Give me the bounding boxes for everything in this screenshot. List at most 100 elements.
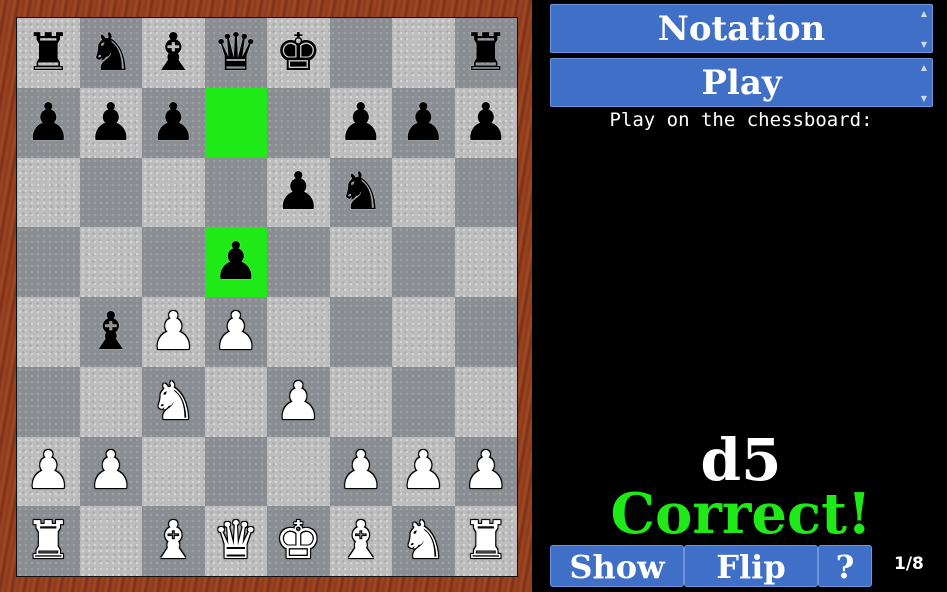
square-d8[interactable]: ♛ [204,18,267,88]
notation-button[interactable]: Notation ▲ ▼ [550,4,933,53]
show-button[interactable]: Show [550,545,684,587]
square-d4[interactable]: ♟ [204,297,267,367]
black-rook-icon[interactable]: ♜ [25,27,72,79]
square-c7[interactable]: ♟ [142,87,205,158]
white-pawn-icon[interactable]: ♟ [337,445,384,497]
scroll-arrows-icon[interactable]: ▲ ▼ [920,63,928,102]
square-e5[interactable] [267,227,330,297]
square-g1[interactable]: ♞ [392,506,455,576]
square-h3[interactable] [454,366,517,437]
square-d2[interactable] [204,436,267,507]
square-c3[interactable]: ♞ [142,366,205,437]
white-pawn-icon[interactable]: ♟ [462,445,509,497]
black-bishop-icon[interactable]: ♝ [150,27,197,79]
square-c4[interactable]: ♟ [142,297,205,367]
square-a8[interactable]: ♜ [17,18,80,88]
square-c1[interactable]: ♝ [142,506,205,576]
black-pawn-icon[interactable]: ♟ [150,97,197,149]
square-g5[interactable] [392,227,455,297]
black-pawn-icon[interactable]: ♟ [400,97,447,149]
square-g4[interactable] [392,297,455,367]
white-rook-icon[interactable]: ♜ [462,515,509,567]
square-a3[interactable] [17,366,80,437]
white-knight-icon[interactable]: ♞ [150,376,197,428]
white-queen-icon[interactable]: ♛ [212,515,259,567]
square-b3[interactable] [79,366,142,437]
black-pawn-icon[interactable]: ♟ [25,97,72,149]
square-d1[interactable]: ♛ [204,506,267,576]
square-h5[interactable] [454,227,517,297]
white-pawn-icon[interactable]: ♟ [25,445,72,497]
square-h8[interactable]: ♜ [454,18,517,88]
square-c5[interactable] [142,227,205,297]
square-a5[interactable] [17,227,80,297]
square-e7[interactable] [267,87,330,158]
square-a2[interactable]: ♟ [17,436,80,507]
square-c8[interactable]: ♝ [142,18,205,88]
square-f3[interactable] [329,366,392,437]
white-pawn-icon[interactable]: ♟ [150,306,197,358]
square-g6[interactable] [392,157,455,228]
square-f6[interactable]: ♞ [329,157,392,228]
play-button[interactable]: Play ▲ ▼ [550,58,933,107]
scroll-arrows-icon[interactable]: ▲ ▼ [920,9,928,48]
black-bishop-icon[interactable]: ♝ [87,306,134,358]
square-b7[interactable]: ♟ [79,87,142,158]
black-pawn-icon[interactable]: ♟ [462,97,509,149]
square-h1[interactable]: ♜ [454,506,517,576]
square-e1[interactable]: ♚ [267,506,330,576]
square-f5[interactable] [329,227,392,297]
square-a4[interactable] [17,297,80,367]
square-f4[interactable] [329,297,392,367]
square-f7[interactable]: ♟ [329,87,392,158]
flip-button[interactable]: Flip [684,545,818,587]
square-g7[interactable]: ♟ [392,87,455,158]
black-knight-icon[interactable]: ♞ [87,27,134,79]
white-bishop-icon[interactable]: ♝ [150,515,197,567]
white-bishop-icon[interactable]: ♝ [337,515,384,567]
black-king-icon[interactable]: ♚ [275,27,322,79]
help-button[interactable]: ? [818,545,872,587]
white-pawn-icon[interactable]: ♟ [212,306,259,358]
white-pawn-icon[interactable]: ♟ [87,445,134,497]
square-f2[interactable]: ♟ [329,436,392,507]
black-pawn-icon[interactable]: ♟ [212,236,259,288]
square-c2[interactable] [142,436,205,507]
square-b5[interactable] [79,227,142,297]
black-queen-icon[interactable]: ♛ [212,27,259,79]
black-pawn-icon[interactable]: ♟ [337,97,384,149]
square-b4[interactable]: ♝ [79,297,142,367]
black-pawn-icon[interactable]: ♟ [275,166,322,218]
square-h2[interactable]: ♟ [454,436,517,507]
square-d6[interactable] [204,157,267,228]
square-a6[interactable] [17,157,80,228]
square-g8[interactable] [392,18,455,88]
square-e2[interactable] [267,436,330,507]
square-a1[interactable]: ♜ [17,506,80,576]
square-h4[interactable] [454,297,517,367]
black-knight-icon[interactable]: ♞ [337,166,384,218]
square-d3[interactable] [204,366,267,437]
white-king-icon[interactable]: ♚ [275,515,322,567]
black-pawn-icon[interactable]: ♟ [87,97,134,149]
square-b6[interactable] [79,157,142,228]
square-h7[interactable]: ♟ [454,87,517,158]
square-f1[interactable]: ♝ [329,506,392,576]
square-a7[interactable]: ♟ [17,87,80,158]
square-e3[interactable]: ♟ [267,366,330,437]
white-knight-icon[interactable]: ♞ [400,515,447,567]
square-g2[interactable]: ♟ [392,436,455,507]
square-f8[interactable] [329,18,392,88]
square-g3[interactable] [392,366,455,437]
square-b1[interactable] [79,506,142,576]
square-e4[interactable] [267,297,330,367]
square-b2[interactable]: ♟ [79,436,142,507]
chessboard[interactable]: ♜ ♞ ♝ ♛ ♚ ♜ ♟ ♟ ♟ ♟ ♟ ♟ ♟ ♞ ♟ ♝ ♟ ♟ ♞ ♟ ♟ ♟ ♟ ♟ ♟ ♜ ♝ ♛ ♚ ♝ ♞ ♜ [16,17,518,577]
black-rook-icon[interactable]: ♜ [462,27,509,79]
square-e6[interactable]: ♟ [267,157,330,228]
square-d7[interactable] [204,87,267,158]
square-e8[interactable]: ♚ [267,18,330,88]
white-pawn-icon[interactable]: ♟ [400,445,447,497]
white-rook-icon[interactable]: ♜ [25,515,72,567]
square-b8[interactable]: ♞ [79,18,142,88]
